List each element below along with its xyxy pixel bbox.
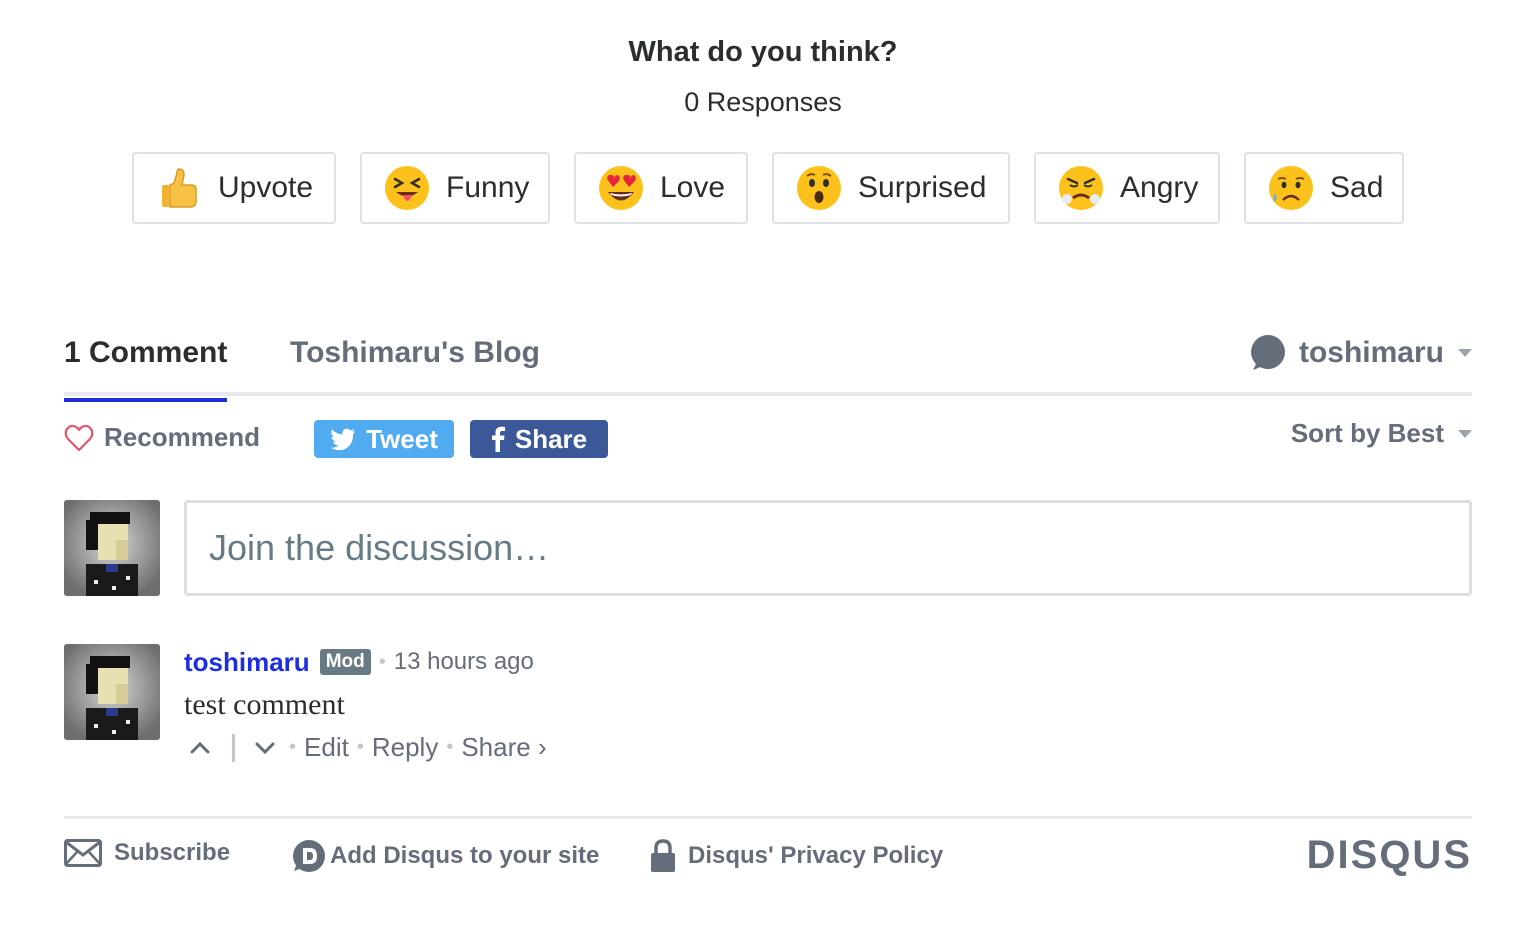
reaction-upvote-button[interactable]: Upvote — [132, 152, 336, 224]
comment-item: toshimaru Mod • 13 hours ago test commen… — [184, 644, 1472, 763]
reactions-bar: Upvote Funny Love Surprised Angry Sad — [0, 152, 1526, 224]
downvote-chevron-icon[interactable] — [249, 738, 281, 758]
vote-divider — [232, 733, 235, 762]
reply-link[interactable]: Reply — [372, 732, 438, 763]
chevron-down-icon — [1458, 349, 1472, 357]
sad-sweat-emoji-icon — [1269, 166, 1313, 210]
thread-nav: 1 Comment Toshimaru's Blog toshimaru — [64, 330, 1472, 402]
chat-bubble-icon — [1250, 335, 1285, 370]
reaction-love-button[interactable]: Love — [574, 152, 748, 224]
privacy-label: Disqus' Privacy Policy — [688, 842, 944, 869]
sort-dropdown[interactable]: Sort by Best — [1291, 418, 1472, 449]
reaction-surprised-button[interactable]: Surprised — [772, 152, 1010, 224]
upvote-chevron-icon[interactable] — [184, 738, 216, 758]
user-name: toshimaru — [1298, 336, 1444, 369]
facebook-icon — [491, 426, 505, 452]
share-label: Share — [514, 423, 588, 454]
squinting-tongue-emoji-icon — [385, 166, 429, 210]
tab-community[interactable]: Toshimaru's Blog — [290, 336, 540, 370]
reactions-title: What do you think? — [628, 36, 898, 68]
comment-timestamp[interactable]: 13 hours ago — [394, 648, 534, 676]
recommend-label: Recommend — [104, 422, 261, 452]
facebook-share-button[interactable]: Share — [470, 420, 608, 458]
pixel-avatar-image — [64, 644, 160, 740]
disqus-logo[interactable]: DISQUS — [1307, 833, 1472, 878]
tweet-button[interactable]: Tweet — [314, 420, 454, 458]
twitter-bird-icon — [330, 428, 356, 450]
disqus-d-icon — [293, 840, 325, 872]
subscribe-label: Subscribe — [114, 839, 231, 866]
reaction-label: Sad — [1330, 171, 1384, 204]
lock-icon — [651, 839, 675, 872]
thread-toolbar: Recommend Tweet Share Sort by Best — [64, 418, 1472, 460]
add-disqus-label: Add Disqus to your site — [330, 842, 600, 869]
reaction-angry-button[interactable]: Angry — [1034, 152, 1220, 224]
reactions-header: What do you think? 0 Responses — [0, 36, 1526, 118]
reaction-label: Love — [660, 171, 726, 204]
thumbs-up-emoji-icon — [162, 168, 197, 208]
tab-comments[interactable]: 1 Comment — [64, 336, 228, 402]
mod-badge: Mod — [319, 649, 371, 675]
reaction-label: Surprised — [858, 171, 987, 204]
subscribe-link[interactable]: Subscribe — [64, 839, 230, 867]
separator-dot: • — [289, 736, 297, 758]
heart-icon — [64, 424, 94, 451]
heart-eyes-emoji-icon — [599, 166, 643, 210]
user-menu[interactable]: toshimaru — [1249, 334, 1472, 372]
comment-body: test comment — [184, 688, 345, 721]
recommend-button[interactable]: Recommend — [64, 422, 260, 453]
tweet-label: Tweet — [366, 423, 438, 454]
add-disqus-link[interactable]: Add Disqus to your site — [292, 839, 599, 873]
separator-dot: • — [446, 736, 454, 758]
comment-meta: toshimaru Mod • 13 hours ago — [184, 644, 1472, 680]
comment-avatar[interactable] — [64, 644, 160, 740]
edit-link[interactable]: Edit — [304, 732, 349, 763]
envelope-icon — [64, 839, 102, 867]
reaction-label: Angry — [1120, 171, 1199, 204]
reaction-sad-button[interactable]: Sad — [1244, 152, 1404, 224]
separator-dot: • — [356, 736, 364, 758]
comment-composer[interactable]: Join the discussion… — [184, 500, 1472, 596]
separator-dot: • — [378, 650, 386, 673]
pixel-avatar-image — [64, 500, 160, 596]
privacy-policy-link[interactable]: Disqus' Privacy Policy — [650, 839, 943, 873]
footer: Subscribe Add Disqus to your site Disqus… — [64, 816, 1472, 896]
surprised-emoji-icon — [797, 166, 841, 210]
composer-placeholder: Join the discussion… — [209, 527, 550, 568]
reaction-label: Funny — [446, 171, 530, 204]
avatar[interactable] — [64, 500, 160, 596]
reaction-label: Upvote — [218, 171, 314, 204]
comment-actions: • Edit • Reply • Share › — [184, 732, 1472, 763]
comment-author[interactable]: toshimaru — [184, 647, 310, 678]
sort-label: Sort by Best — [1290, 418, 1444, 448]
reaction-funny-button[interactable]: Funny — [360, 152, 550, 224]
angry-steam-emoji-icon — [1059, 166, 1103, 210]
chevron-down-icon — [1458, 429, 1472, 438]
share-link[interactable]: Share › — [461, 732, 546, 763]
reactions-count: 0 Responses — [684, 87, 842, 117]
